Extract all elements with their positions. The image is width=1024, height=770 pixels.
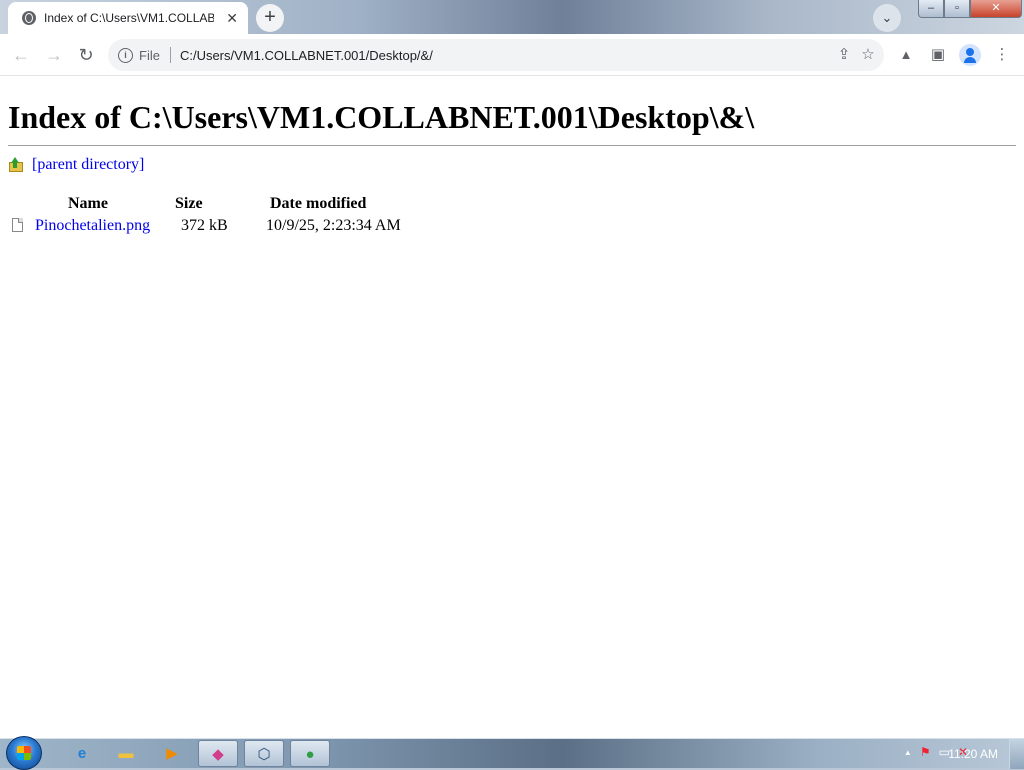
table-row: Pinochetalien.png 372 kB 10/9/25, 2:23:3… (8, 216, 401, 236)
new-tab-button[interactable]: + (256, 4, 284, 32)
page-title: Index of C:\Users\VM1.COLLABNET.001\Desk… (8, 99, 755, 135)
tab-search-button[interactable]: ⌄ (873, 4, 901, 32)
heading-divider (8, 145, 1016, 146)
back-button[interactable]: ← (9, 43, 33, 67)
address-separator (169, 47, 171, 63)
forward-button[interactable]: → (42, 43, 66, 67)
file-date-cell: 10/9/25, 2:23:34 AM (266, 217, 401, 234)
internet-explorer-icon[interactable]: e (62, 740, 102, 767)
taskbar-clock[interactable]: 11:20 AM (948, 747, 998, 761)
menu-kebab-icon[interactable]: ⋮ (990, 43, 1014, 67)
windows-taskbar: e ▬ ▶ ◆ ⬡ ● ▲ ⚑ ▭ ✕ 11:20 AM (0, 736, 1024, 770)
minimize-button[interactable]: – (918, 0, 944, 18)
media-player-icon[interactable]: ▶ (152, 740, 192, 767)
site-info-icon[interactable]: i (118, 47, 133, 63)
file-size-cell: 372 kB (181, 217, 228, 234)
browser-title-bar: Index of C:\Users\VM1.COLLABNET.001\Desk… (0, 0, 1024, 34)
table-header-row: Name Size Date modified (8, 192, 401, 216)
start-button[interactable] (6, 736, 42, 770)
action-center-flag-icon[interactable]: ⚑ (920, 745, 931, 759)
show-desktop-button[interactable] (1009, 739, 1024, 769)
app-icon[interactable]: ◆ (198, 740, 238, 767)
maximize-button[interactable]: ▫ (944, 0, 970, 18)
url-text[interactable]: C:/Users/VM1.COLLABNET.001/Desktop/&/ (180, 48, 433, 63)
file-explorer-icon[interactable]: ▬ (106, 740, 146, 767)
side-panel-icon[interactable]: ▣ (926, 43, 950, 67)
browser-toolbar: ← → ↻ i File C:/Users/VM1.COLLABNET.001/… (0, 34, 1024, 76)
reload-button[interactable]: ↻ (74, 43, 98, 67)
bookmark-star-icon[interactable]: ☆ (856, 43, 880, 67)
chrome-icon[interactable]: ● (290, 740, 330, 767)
file-listing-table: Name Size Date modified Pinochetalien.pn… (8, 192, 401, 236)
tab-close-icon[interactable]: ✕ (226, 10, 238, 27)
show-hidden-icons-button[interactable]: ▲ (904, 748, 912, 757)
globe-icon (22, 11, 36, 25)
file-name-cell: Pinochetalien.png (8, 216, 168, 236)
size-column-header[interactable]: Size (168, 192, 261, 216)
parent-directory-row: [parent directory] (8, 156, 144, 174)
file-icon (12, 218, 23, 232)
name-column-header[interactable]: Name (8, 192, 168, 216)
labs-flask-icon[interactable]: ▲ (894, 43, 918, 67)
page-content: Index of C:\Users\VM1.COLLABNET.001\Desk… (0, 76, 1024, 738)
parent-directory-link[interactable]: [parent directory] (32, 156, 144, 174)
close-window-button[interactable]: ✕ (970, 0, 1022, 18)
share-icon[interactable]: ⇪ (832, 43, 856, 67)
file-link[interactable]: Pinochetalien.png (35, 217, 150, 234)
address-bar[interactable]: i File C:/Users/VM1.COLLABNET.001/Deskto… (108, 39, 884, 71)
browser-tab[interactable]: Index of C:\Users\VM1.COLLABNET.001\Desk… (8, 2, 248, 34)
virtualbox-icon[interactable]: ⬡ (244, 740, 284, 767)
up-folder-icon (8, 157, 24, 173)
date-column-header[interactable]: Date modified (261, 192, 401, 216)
tab-title: Index of C:\Users\VM1.COLLABNET.001\Desk… (44, 11, 214, 25)
profile-avatar[interactable] (959, 44, 981, 66)
url-scheme-label: File (139, 47, 160, 63)
window-controls: – ▫ ✕ (918, 0, 1022, 18)
